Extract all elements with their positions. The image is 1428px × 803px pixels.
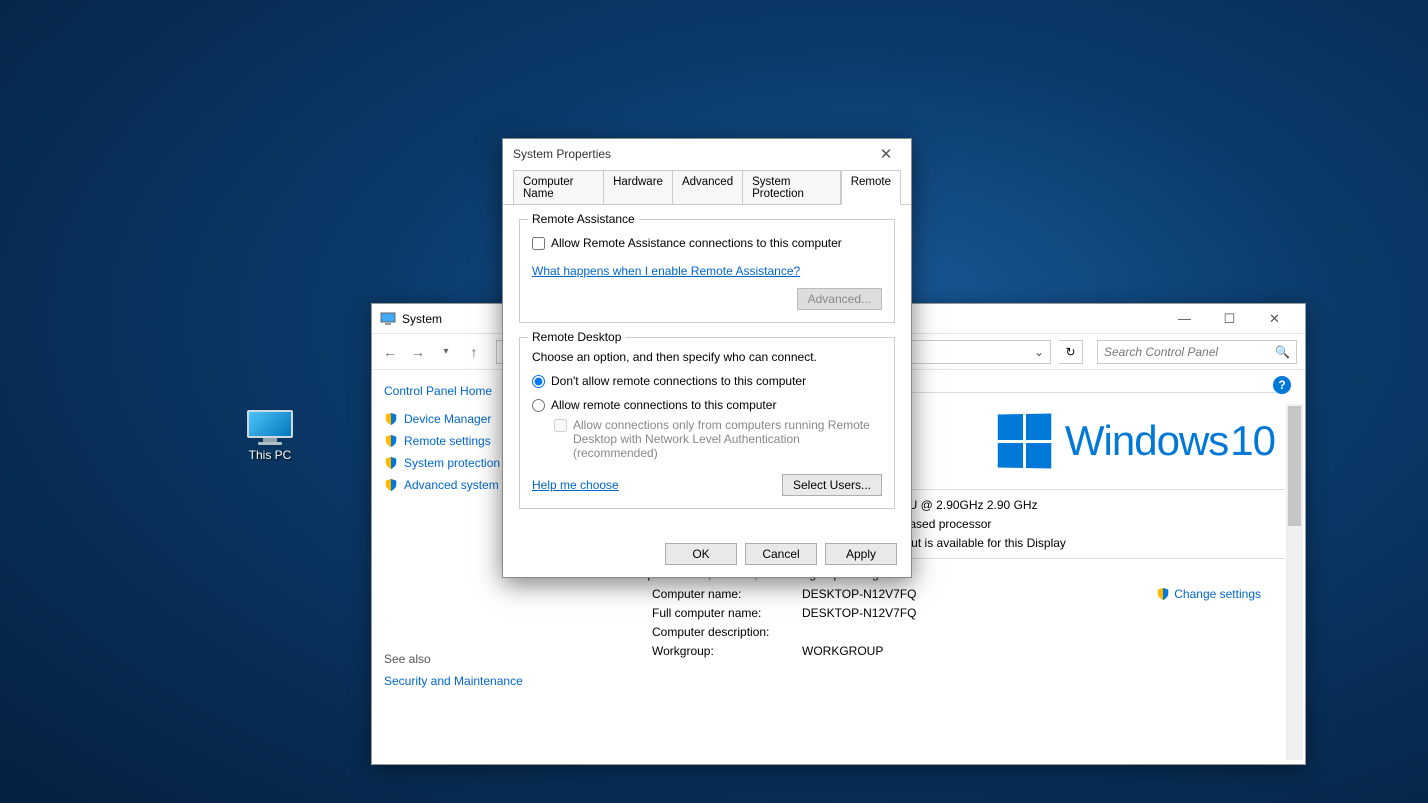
tab-remote[interactable]: Remote xyxy=(841,170,901,205)
workgroup-value: WORKGROUP xyxy=(802,644,1285,658)
tab-system-protection[interactable]: System Protection xyxy=(743,170,841,205)
help-me-choose-link[interactable]: Help me choose xyxy=(532,478,619,492)
full-computer-name-value: DESKTOP-N12V7FQ xyxy=(802,606,1285,620)
forward-button[interactable]: → xyxy=(408,344,428,360)
checkbox-input[interactable] xyxy=(532,237,545,250)
computer-description-value xyxy=(802,625,1285,639)
close-button[interactable]: ✕ xyxy=(1252,304,1297,333)
windows-logo-icon xyxy=(998,413,1051,468)
recent-dropdown[interactable]: ▾ xyxy=(436,346,456,357)
computer-icon xyxy=(380,311,396,327)
chevron-down-icon[interactable]: ⌄ xyxy=(1034,345,1044,359)
radio-input[interactable] xyxy=(532,399,545,412)
shield-icon xyxy=(1156,587,1170,601)
search-icon: 🔍 xyxy=(1275,345,1290,359)
help-button[interactable]: ? xyxy=(1273,376,1291,394)
remote-desktop-group: Remote Desktop Choose an option, and the… xyxy=(519,337,895,509)
sidebar-link-security-maintenance[interactable]: Security and Maintenance xyxy=(384,674,550,688)
group-legend: Remote Desktop xyxy=(528,330,625,344)
desktop-icon-this-pc[interactable]: This PC xyxy=(230,410,310,462)
desktop-icon-label: This PC xyxy=(230,448,310,462)
refresh-button[interactable]: ↻ xyxy=(1059,340,1083,364)
allow-radio[interactable]: Allow remote connections to this compute… xyxy=(532,398,882,412)
scrollbar[interactable] xyxy=(1286,404,1303,760)
search-input[interactable]: Search Control Panel 🔍 xyxy=(1097,340,1297,364)
shield-icon xyxy=(384,412,398,426)
tab-computer-name[interactable]: Computer Name xyxy=(513,170,604,205)
system-properties-dialog: System Properties ✕ Computer Name Hardwa… xyxy=(502,138,912,578)
select-users-button[interactable]: Select Users... xyxy=(782,474,882,496)
remote-desktop-instruction: Choose an option, and then specify who c… xyxy=(532,350,882,364)
radio-input[interactable] xyxy=(532,375,545,388)
computer-icon xyxy=(247,410,293,444)
up-button[interactable]: ↑ xyxy=(464,344,484,360)
cancel-button[interactable]: Cancel xyxy=(745,543,817,565)
checkbox-input xyxy=(554,419,567,432)
remote-assistance-group: Remote Assistance Allow Remote Assistanc… xyxy=(519,219,895,323)
tab-advanced[interactable]: Advanced xyxy=(673,170,743,205)
search-placeholder: Search Control Panel xyxy=(1104,345,1218,359)
minimize-button[interactable]: — xyxy=(1162,304,1207,333)
dont-allow-radio[interactable]: Don't allow remote connections to this c… xyxy=(532,374,882,388)
dialog-tabs: Computer Name Hardware Advanced System P… xyxy=(503,169,911,205)
dialog-title: System Properties xyxy=(513,147,871,161)
back-button[interactable]: ← xyxy=(380,344,400,360)
apply-button[interactable]: Apply xyxy=(825,543,897,565)
remote-assistance-help-link[interactable]: What happens when I enable Remote Assist… xyxy=(532,264,800,278)
allow-remote-assistance-checkbox[interactable]: Allow Remote Assistance connections to t… xyxy=(532,236,882,250)
scrollbar-thumb[interactable] xyxy=(1288,406,1301,526)
ok-button[interactable]: OK xyxy=(665,543,737,565)
dialog-button-row: OK Cancel Apply xyxy=(503,533,911,577)
group-legend: Remote Assistance xyxy=(528,212,639,226)
advanced-button[interactable]: Advanced... xyxy=(797,288,882,310)
shield-icon xyxy=(384,478,398,492)
dialog-titlebar[interactable]: System Properties ✕ xyxy=(503,139,911,169)
tab-hardware[interactable]: Hardware xyxy=(604,170,673,205)
see-also-heading: See also xyxy=(384,652,550,666)
shield-icon xyxy=(384,456,398,470)
close-button[interactable]: ✕ xyxy=(871,145,901,163)
maximize-button[interactable]: ☐ xyxy=(1207,304,1252,333)
windows-logo: Windows10 xyxy=(997,414,1275,468)
shield-icon xyxy=(384,434,398,448)
change-settings-link[interactable]: Change settings xyxy=(1156,587,1261,601)
nla-checkbox: Allow connections only from computers ru… xyxy=(554,418,882,460)
